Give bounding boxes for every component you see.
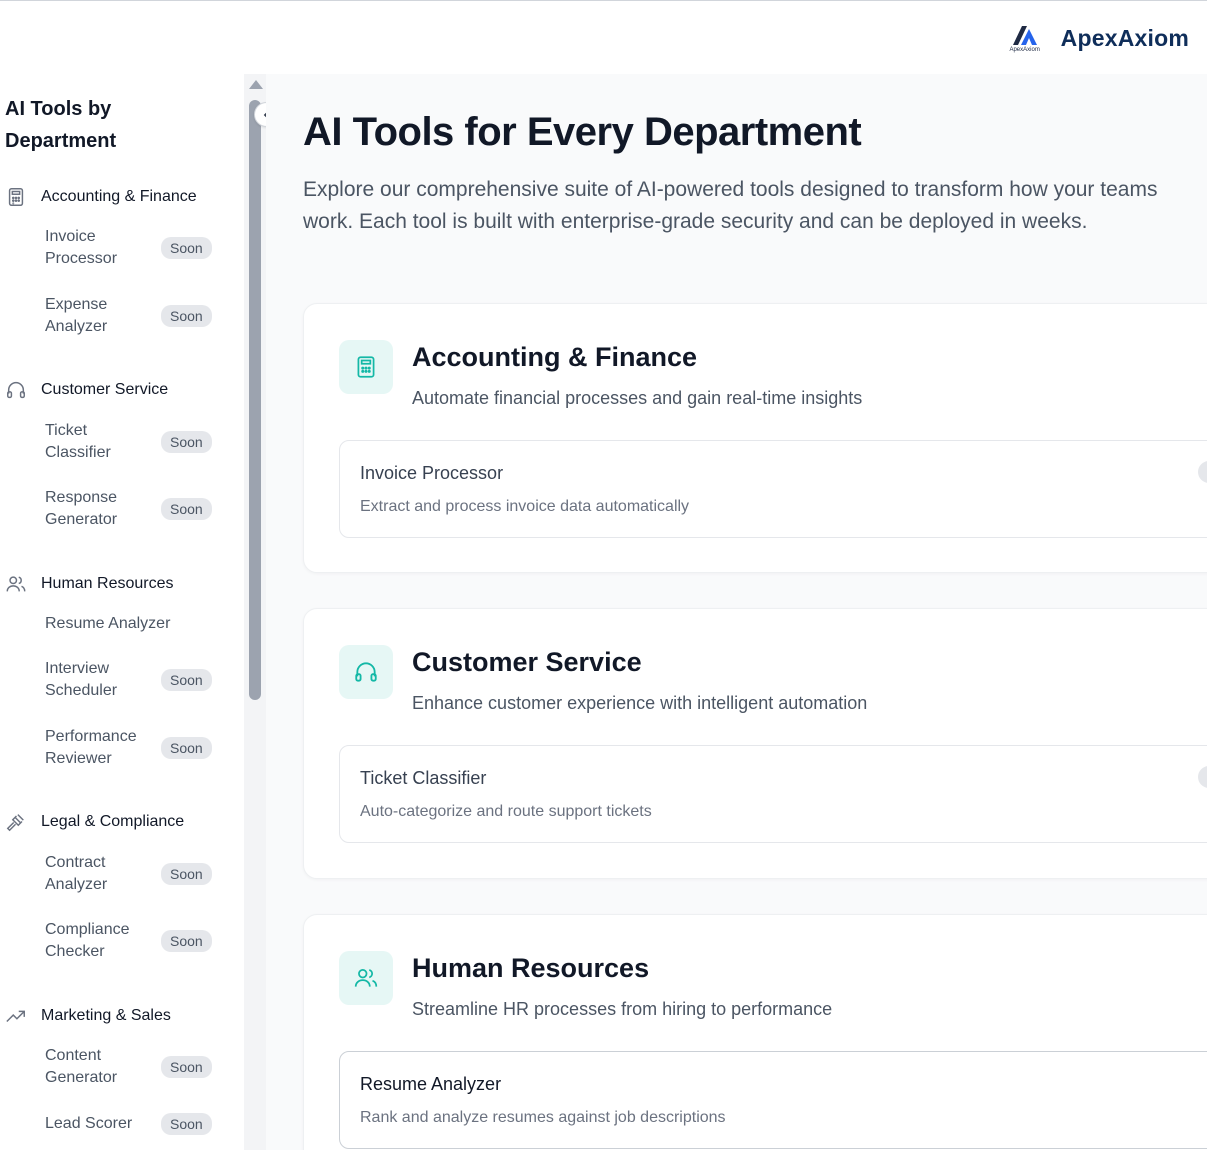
sidebar-item-label: Response Generator xyxy=(45,489,118,528)
soon-badge: Soon xyxy=(161,737,212,759)
headphones-icon xyxy=(7,382,25,399)
scroll-up-arrow-icon[interactable] xyxy=(249,80,263,89)
soon-badge: Soon xyxy=(161,863,212,885)
sidebar-item-invoice-processor[interactable]: Invoice Processor Soon xyxy=(45,226,244,270)
brand-name: ApexAxiom xyxy=(1060,24,1189,51)
sidebar-item-label: Expense Analyzer xyxy=(45,296,108,335)
main-content: AI Tools for Every Department Explore ou… xyxy=(266,74,1207,1150)
card-title: Customer Service xyxy=(412,647,642,677)
soon-badge: Soon xyxy=(161,305,212,327)
tool-description: Auto-categorize and route support ticket… xyxy=(360,803,652,820)
calculator-icon xyxy=(8,188,24,206)
sidebar-item-label: Lead Scorer xyxy=(45,1115,133,1132)
sidebar-section-marketing[interactable]: Marketing & Sales xyxy=(5,1005,171,1027)
department-card-accounting: Accounting & Finance Automate financial … xyxy=(303,303,1207,573)
tool-card-resume-analyzer[interactable]: Resume Analyzer Rank and analyze resumes… xyxy=(339,1051,1207,1149)
sidebar-item-response-generator[interactable]: Response Generator Soon xyxy=(45,487,244,531)
tool-name: Invoice Processor xyxy=(360,463,504,483)
scrollbar-thumb[interactable] xyxy=(249,100,261,700)
sidebar-item-expense-analyzer[interactable]: Expense Analyzer Soon xyxy=(45,294,244,338)
headphones-icon xyxy=(355,662,377,682)
app-header: ApexAxiom ApexAxiom xyxy=(0,1,1207,73)
card-title: Human Resources xyxy=(412,953,650,983)
trending-up-icon xyxy=(6,1010,25,1023)
tool-name: Resume Analyzer xyxy=(360,1074,502,1094)
tool-card-ticket-classifier[interactable]: Ticket Classifier Auto-categorize and ro… xyxy=(339,745,1207,843)
sidebar-item-label: Resume Analyzer xyxy=(45,615,171,632)
sidebar-item-label: Compliance Checker xyxy=(45,921,130,960)
sidebar-item-label: Contract Analyzer xyxy=(45,854,108,893)
soon-badge: Soon xyxy=(161,431,212,453)
sidebar-section-accounting[interactable]: Accounting & Finance xyxy=(5,186,197,208)
calculator-icon xyxy=(357,356,375,378)
users-icon xyxy=(354,969,378,987)
sidebar-item-label: Performance Reviewer xyxy=(45,728,137,767)
sidebar-item-ticket-classifier[interactable]: Ticket Classifier Soon xyxy=(45,420,244,464)
sidebar-item-content-generator[interactable]: Content Generator Soon xyxy=(45,1045,244,1089)
sidebar-item-contract-analyzer[interactable]: Contract Analyzer Soon xyxy=(45,852,244,896)
page-intro: Explore our comprehensive suite of AI-po… xyxy=(303,178,1158,233)
gavel-icon xyxy=(6,814,24,832)
sidebar-section-label: Legal & Compliance xyxy=(41,813,185,830)
page-title: AI Tools for Every Department xyxy=(303,110,862,154)
sidebar-section-customer-service[interactable]: Customer Service xyxy=(5,379,168,401)
brand[interactable]: ApexAxiom ApexAxiom xyxy=(1005,23,1189,54)
sidebar-title: AI Tools by Department xyxy=(5,98,117,152)
logo-text: ApexAxiom xyxy=(1009,47,1040,53)
brand-logo: ApexAxiom xyxy=(1005,23,1045,53)
soon-badge: Soon xyxy=(161,669,212,691)
sidebar: AI Tools by Department Accounting & Fina… xyxy=(0,74,244,1150)
sidebar-item-lead-scorer[interactable]: Lead Scorer Soon xyxy=(45,1113,244,1135)
soon-badge: Soon xyxy=(161,930,212,952)
sidebar-section-label: Marketing & Sales xyxy=(41,1007,171,1024)
sidebar-section-label: Accounting & Finance xyxy=(41,188,197,205)
sidebar-item-label: Invoice Processor xyxy=(45,228,118,267)
card-description: Streamline HR processes from hiring to p… xyxy=(412,999,833,1019)
sidebar-item-label: Interview Scheduler xyxy=(45,660,118,699)
department-card-human-resources: Human Resources Streamline HR processes … xyxy=(303,914,1207,1150)
sidebar-section-legal[interactable]: Legal & Compliance xyxy=(5,811,184,833)
soon-badge: Soon xyxy=(161,498,212,520)
department-card-customer-service: Customer Service Enhance customer experi… xyxy=(303,608,1207,879)
sidebar-item-performance-reviewer[interactable]: Performance Reviewer Soon xyxy=(45,726,244,770)
tool-status-pill xyxy=(1198,461,1207,483)
sidebar-section-human-resources[interactable]: Human Resources xyxy=(5,573,174,595)
sidebar-item-label: Ticket Classifier xyxy=(45,422,111,461)
tool-description: Extract and process invoice data automat… xyxy=(360,498,690,515)
soon-badge: Soon xyxy=(161,237,212,259)
card-title: Accounting & Finance xyxy=(412,342,698,372)
tool-description: Rank and analyze resumes against job des… xyxy=(360,1109,726,1126)
sidebar-item-interview-scheduler[interactable]: Interview Scheduler Soon xyxy=(45,658,244,702)
tool-status-pill xyxy=(1198,766,1207,788)
sidebar-section-label: Customer Service xyxy=(41,381,169,398)
users-icon xyxy=(6,576,26,592)
sidebar-item-resume-analyzer[interactable]: Resume Analyzer xyxy=(45,613,244,635)
card-icon-container xyxy=(339,340,393,394)
tool-name: Ticket Classifier xyxy=(360,768,487,788)
card-icon-container xyxy=(339,645,393,699)
sidebar-item-compliance-checker[interactable]: Compliance Checker Soon xyxy=(45,919,244,963)
card-description: Automate financial processes and gain re… xyxy=(412,388,863,408)
soon-badge: Soon xyxy=(161,1056,212,1078)
card-description: Enhance customer experience with intelli… xyxy=(412,693,868,713)
card-icon-container xyxy=(339,951,393,1005)
sidebar-section-label: Human Resources xyxy=(41,575,174,592)
sidebar-item-label: Content Generator xyxy=(45,1047,118,1086)
soon-badge: Soon xyxy=(161,1113,212,1135)
tool-card-invoice-processor[interactable]: Invoice Processor Extract and process in… xyxy=(339,440,1207,538)
